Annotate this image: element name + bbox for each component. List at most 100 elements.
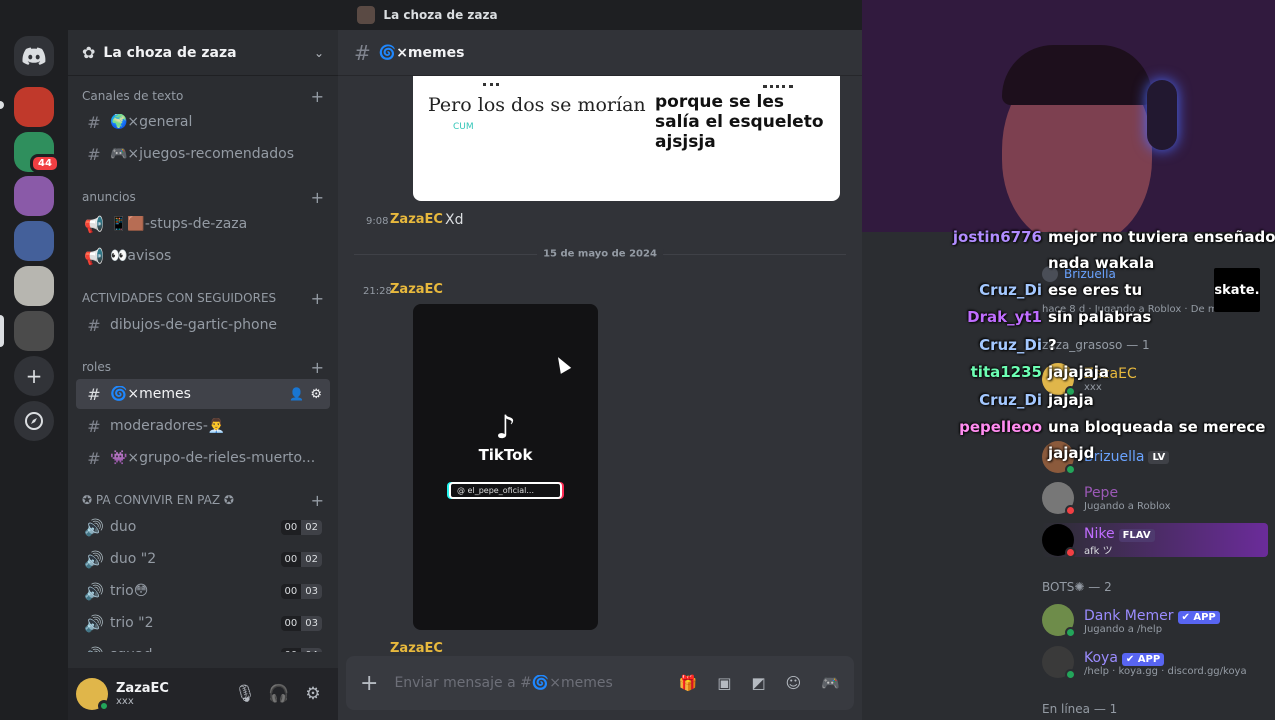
speaker-icon: 🔊 (84, 549, 104, 569)
app-badge: ✔ APP (1177, 611, 1220, 624)
server-blue[interactable] (14, 221, 54, 261)
channel-label: 🎮×juegos-recomendados (110, 146, 294, 162)
channel-gartic[interactable]: # dibujos-de-gartic-phone (76, 310, 330, 340)
create-channel-icon[interactable]: + (311, 289, 324, 308)
channel-general[interactable]: # 🌍×general (76, 107, 330, 137)
message-author[interactable]: ZazaEC (390, 282, 443, 297)
add-attachment-icon[interactable]: + (360, 671, 378, 696)
message-author[interactable]: ZazaEC (390, 641, 443, 656)
voice-count: 00 03 (280, 583, 322, 599)
tiktok-logo-icon: ♪ (495, 408, 516, 446)
stream-chat-line: Cruz_Di ese eres tu (979, 281, 1143, 299)
voice-trio[interactable]: 🔊 trio😳 00 03 (76, 576, 330, 606)
channel-avisos[interactable]: 📢 👀avisos (76, 241, 330, 271)
chat-header: # 🌀×memes (338, 30, 862, 76)
gear-icon[interactable]: ⚙ (296, 684, 330, 704)
meme-image[interactable]: Pero los dos se morían porque se les sal… (413, 76, 840, 201)
avatar[interactable] (76, 678, 110, 712)
voice-duo[interactable]: 🔊 duo 00 02 (76, 512, 330, 542)
category-roles[interactable]: roles + (82, 357, 324, 377)
channel-label: 📱🟫-stups-de-zaza (110, 216, 248, 232)
stream-chat-line: nada wakala (1048, 254, 1155, 272)
channel-label: squad (110, 647, 281, 652)
member-flav[interactable]: Nike FLAV afk ツ (1042, 523, 1268, 558)
server-header[interactable]: ✿ La choza de zaza ⌄ (68, 30, 338, 76)
stream-chat-line: pepelleoo una bloqueada se merece (959, 418, 1266, 436)
channel-stups[interactable]: 📢 📱🟫-stups-de-zaza (76, 209, 330, 239)
voice-squad[interactable]: 🔊 squad 0004 (76, 640, 330, 652)
tiktok-handle: @ el_pepe_oficial... (449, 482, 562, 499)
channel-label: duo "2 (110, 551, 157, 567)
channel-label: trio "2 (110, 615, 154, 631)
channel-moderadores[interactable]: # moderadores-👨‍💼 (76, 411, 330, 441)
message-input[interactable] (394, 675, 659, 691)
voice-duo2[interactable]: 🔊 duo "2 00 02 (76, 544, 330, 574)
channel-label: 🌀×memes (110, 386, 191, 402)
member-activity: Jugando a /help (1084, 624, 1163, 635)
apps-icon[interactable]: 🎮 (821, 674, 840, 692)
server-anime[interactable] (14, 176, 54, 216)
create-channel-icon[interactable]: + (311, 358, 324, 377)
channel-rieles[interactable]: # 👾×grupo-de-rieles-muerto... (76, 443, 330, 473)
headset-icon (1147, 80, 1177, 150)
hash-icon: # (87, 315, 101, 335)
unread-pill (0, 101, 4, 109)
category-activities[interactable]: ACTIVIDADES CON SEGUIDORES + (82, 288, 324, 308)
sticker-icon[interactable]: ◩ (751, 674, 765, 692)
tiktok-video[interactable]: ♪ TikTok @ el_pepe_oficial... (413, 304, 598, 630)
chat-area: # 🌀×memes Pero los dos se morían porque … (338, 30, 862, 720)
ink-decoration (483, 76, 499, 86)
gear-icon[interactable]: ⚙ (310, 387, 322, 402)
microphone-icon[interactable]: 🎙 (228, 684, 262, 704)
voice-trio2[interactable]: 🔊 trio "2 00 03 (76, 608, 330, 638)
chevron-down-icon: ⌄ (313, 45, 324, 60)
headphones-icon[interactable]: 🎧 (262, 684, 296, 704)
server-rail: 44 + (0, 30, 68, 720)
webcam-overlay (862, 0, 1275, 232)
create-channel-icon[interactable]: + (311, 188, 324, 207)
channel-juegos[interactable]: # 🎮×juegos-recomendados (76, 139, 330, 169)
explore-icon[interactable] (14, 401, 54, 441)
member-dank-memer[interactable]: Dank Memer ✔ APP Jugando a /help (1042, 604, 1220, 638)
add-server-icon[interactable]: + (14, 356, 54, 396)
channel-memes[interactable]: # 🌀×memes 👤 ⚙ (76, 379, 330, 409)
tiktok-word: TikTok (478, 446, 533, 464)
online-status-dot (98, 700, 110, 712)
member-roblox[interactable]: Pepe Jugando a Roblox (1042, 482, 1171, 516)
member-name: Nike (1084, 526, 1115, 542)
category-announcements[interactable]: anuncios + (82, 187, 324, 207)
server-current[interactable] (14, 311, 54, 351)
member-name: Pepe (1084, 484, 1119, 501)
message-author[interactable]: ZazaEC (390, 212, 443, 227)
stream-chat-line: Drak_yt1 sin palabras (967, 308, 1152, 326)
member-activity: /help · koya.gg · discord.gg/koya (1084, 666, 1247, 677)
discord-home-icon[interactable] (14, 36, 54, 76)
message-composer: + 🎁 ▣ ◩ ☺ 🎮 (346, 656, 854, 710)
server-roblox[interactable] (14, 87, 54, 127)
stream-chat-line: Cruz_Di? (979, 336, 1057, 354)
server-name: La choza de zaza (103, 44, 237, 61)
create-channel-icon[interactable]: + (311, 87, 324, 106)
server-dog[interactable] (14, 266, 54, 306)
meme-small-text: CUM (453, 122, 474, 132)
gif-icon[interactable]: ▣ (717, 674, 731, 692)
hash-icon: # (354, 40, 371, 65)
emoji-icon[interactable]: ☺ (786, 674, 802, 692)
meme-text-left: Pero los dos se morían (428, 94, 646, 116)
invite-icon[interactable]: 👤 (289, 387, 304, 401)
channel-label: moderadores-👨‍💼 (110, 418, 226, 434)
speaker-icon: 🔊 (84, 646, 104, 653)
user-panel: ZazaEC xxx 🎙 🎧 ⚙ (68, 668, 338, 720)
avatar (1042, 524, 1076, 558)
member-koya[interactable]: Koya ✔ APP /help · koya.gg · discord.gg/k… (1042, 646, 1247, 680)
category-voice[interactable]: ✪ PA CONVIVIR EN PAZ ✪ + (82, 490, 324, 510)
megaphone-icon: 📢 (84, 246, 104, 266)
channel-label: dibujos-de-gartic-phone (110, 317, 278, 333)
category-text[interactable]: Canales de texto + (82, 86, 324, 106)
voice-count: 00 02 (280, 551, 322, 567)
member-name: Dank Memer (1084, 608, 1174, 624)
member-name: Koya (1084, 650, 1118, 666)
channel-label: 👾×grupo-de-rieles-muerto... (110, 450, 316, 466)
create-channel-icon[interactable]: + (311, 491, 324, 510)
gift-icon[interactable]: 🎁 (679, 674, 698, 692)
